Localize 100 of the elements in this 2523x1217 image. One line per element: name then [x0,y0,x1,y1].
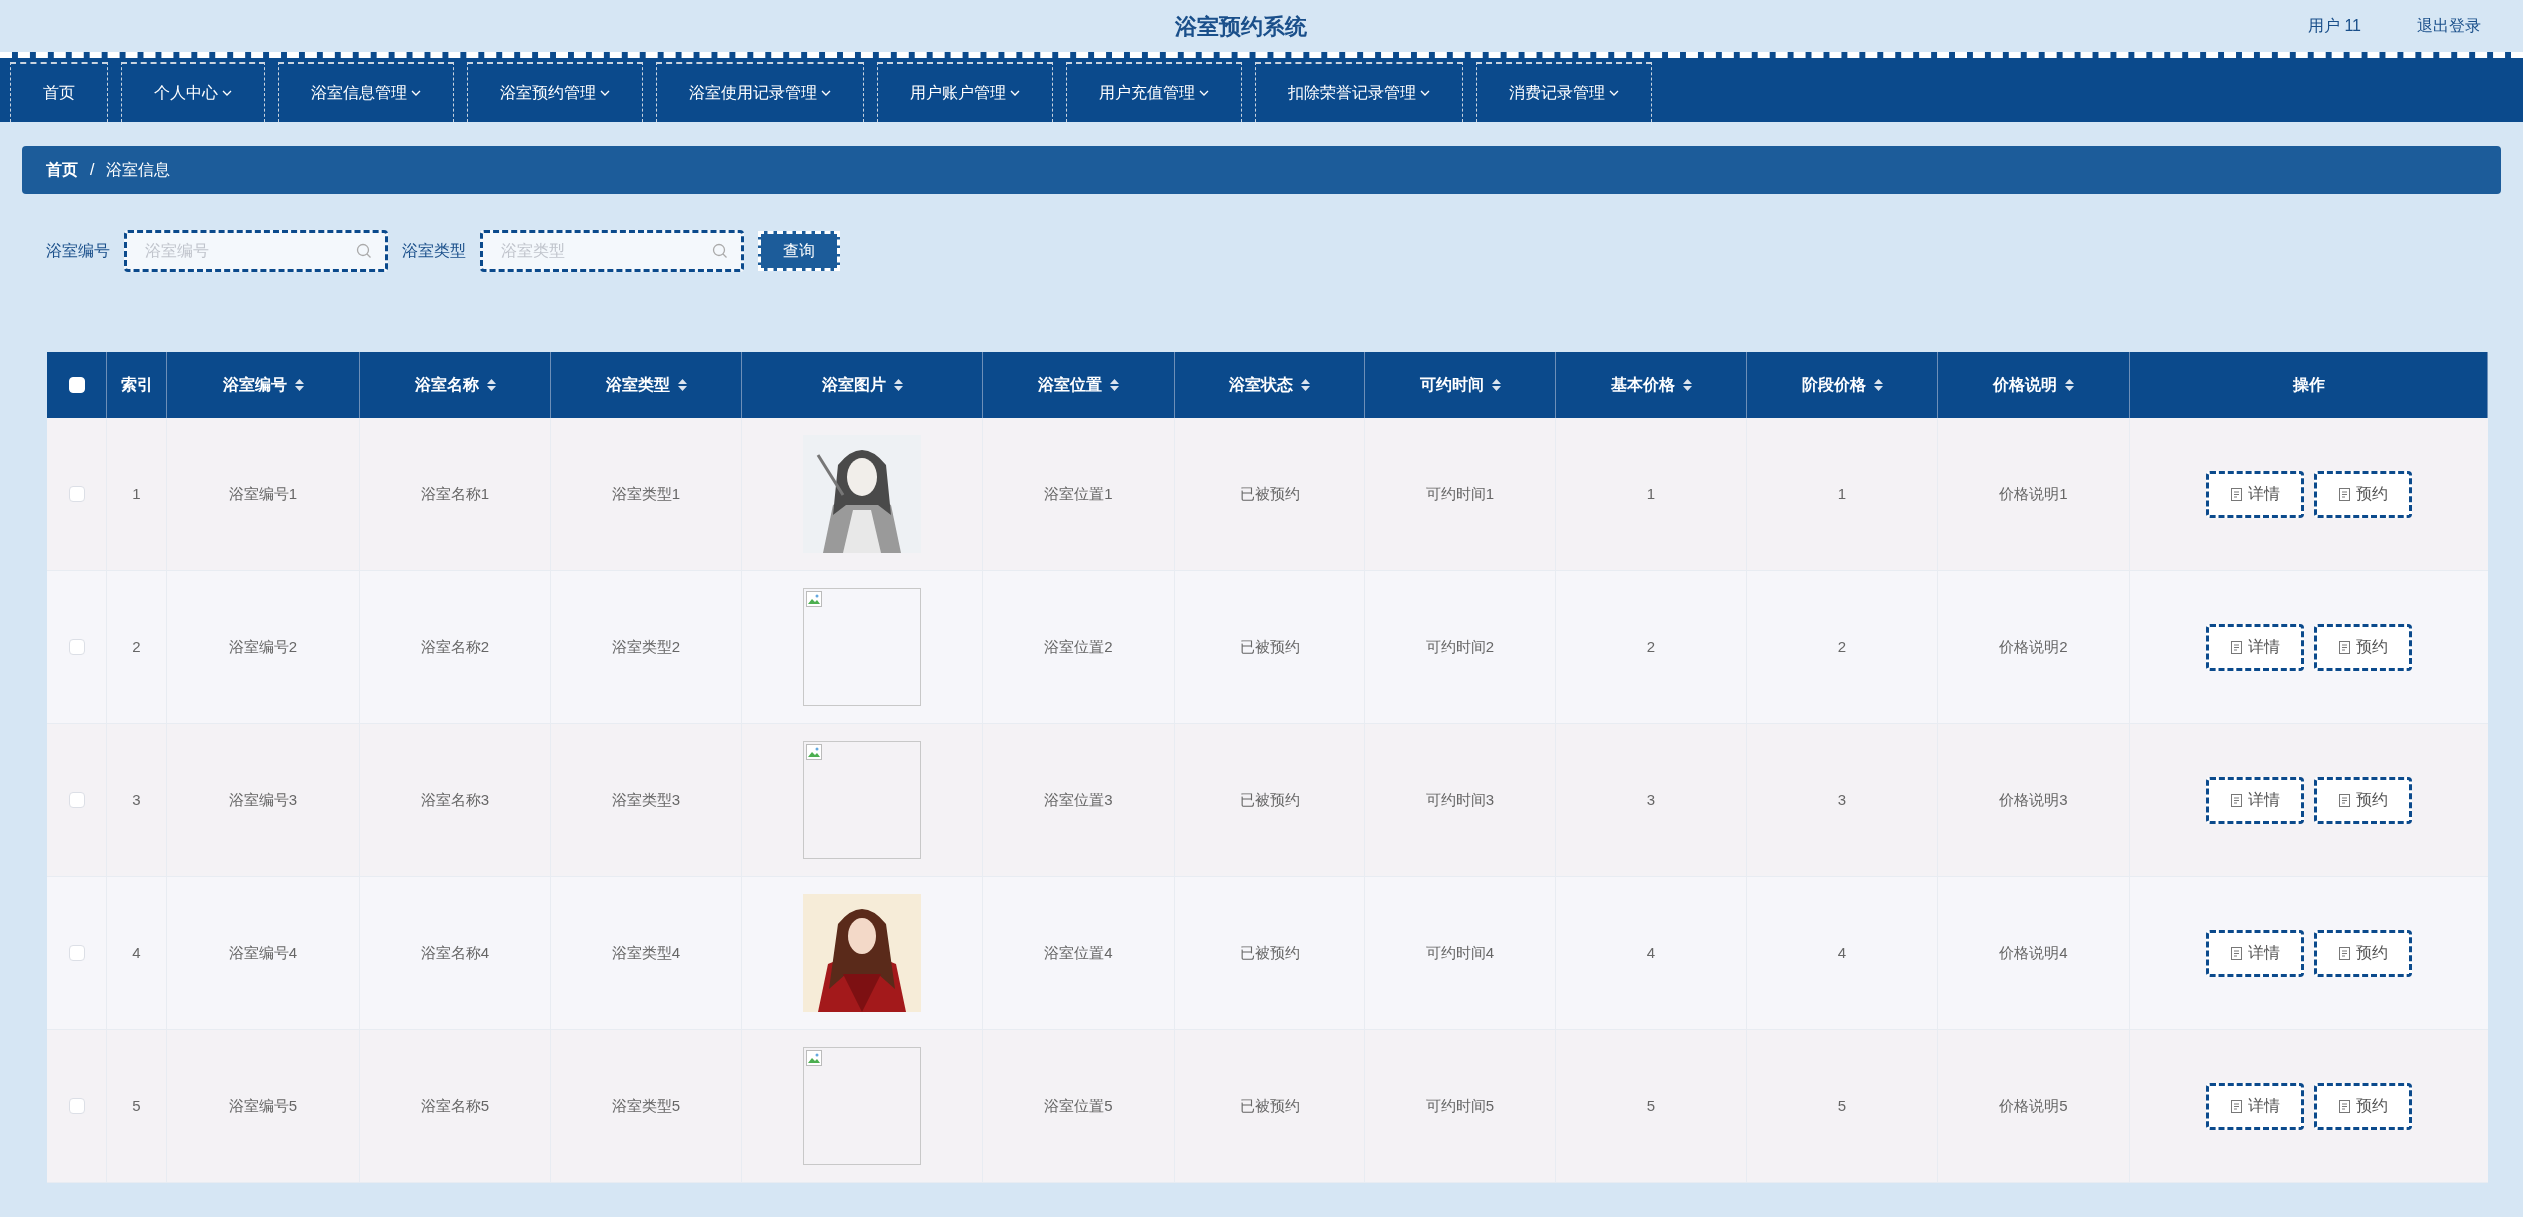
table-cell: 2 [107,571,167,723]
document-icon [2230,640,2242,654]
table-cell: 价格说明1 [1938,418,2130,570]
nav-item[interactable]: 浴室预约管理 [467,62,643,122]
table-cell: 4 [107,877,167,1029]
table-cell: 价格说明3 [1938,724,2130,876]
broken-image-icon [806,744,822,760]
chevron-down-icon [1420,89,1430,97]
sort-icon[interactable] [677,379,687,391]
table-cell: 价格说明4 [1938,877,2130,1029]
row-checkbox[interactable] [68,945,85,961]
details-button[interactable]: 详情 [2206,776,2304,824]
row-checkbox[interactable] [68,639,85,655]
document-icon [2230,487,2242,501]
query-button[interactable]: 查询 [758,231,840,271]
table-cell: 已被预约 [1175,724,1365,876]
row-checkbox[interactable] [68,486,85,502]
table-cell: 浴室名称3 [360,724,551,876]
reserve-button[interactable]: 预约 [2314,929,2412,977]
table-cell: 2 [1747,571,1938,723]
nav-item[interactable]: 用户充值管理 [1066,62,1242,122]
document-icon [2338,793,2350,807]
sort-icon[interactable] [1491,379,1501,391]
table-cell: 5 [1747,1030,1938,1182]
sort-icon[interactable] [294,379,304,391]
table-cell: 浴室位置5 [983,1030,1175,1182]
table-cell: 2 [1556,571,1747,723]
reserve-button[interactable]: 预约 [2314,623,2412,671]
table-cell: 已被预约 [1175,418,1365,570]
row-checkbox[interactable] [68,1098,85,1114]
sort-icon[interactable] [1110,379,1119,391]
table-cell: 浴室编号5 [167,1030,360,1182]
chevron-down-icon [1010,89,1020,97]
search-icon [356,243,372,259]
table-cell: 浴室类型1 [551,418,742,570]
sort-icon[interactable] [893,379,903,391]
table-cell: 浴室类型4 [551,877,742,1029]
table-cell: 浴室类型5 [551,1030,742,1182]
row-checkbox[interactable] [68,792,85,808]
sort-icon[interactable] [1682,379,1692,391]
sort-icon[interactable] [486,379,496,391]
breadcrumb-current: 浴室信息 [106,160,171,180]
nav-item[interactable]: 个人中心 [121,62,265,122]
logout-link[interactable]: 退出登录 [2417,14,2481,38]
document-icon [2338,487,2350,501]
nav-item[interactable]: 消费记录管理 [1476,62,1652,122]
sort-icon[interactable] [1301,379,1310,391]
table-cell: 浴室位置2 [983,571,1175,723]
document-icon [2338,640,2350,654]
table-cell: 3 [1556,724,1747,876]
nav-item[interactable]: 用户账户管理 [877,62,1053,122]
table-cell: 3 [1747,724,1938,876]
chevron-down-icon [411,89,421,97]
reserve-button[interactable]: 预约 [2314,1082,2412,1130]
reserve-button[interactable]: 预约 [2314,470,2412,518]
chevron-down-icon [1609,89,1619,97]
table-cell: 4 [1556,877,1747,1029]
select-all-checkbox[interactable] [68,377,85,393]
nav-item[interactable]: 扣除荣誉记录管理 [1255,62,1463,122]
table-cell: 已被预约 [1175,571,1365,723]
document-icon [2230,793,2242,807]
nav-item[interactable]: 浴室使用记录管理 [656,62,864,122]
user-name: 用户 11 [2307,16,2361,36]
table-cell: 价格说明5 [1938,1030,2130,1182]
table-cell: 已被预约 [1175,1030,1365,1182]
document-icon [2338,1099,2350,1113]
reserve-button[interactable]: 预约 [2314,776,2412,824]
table-cell: 浴室名称1 [360,418,551,570]
table-cell: 浴室位置1 [983,418,1175,570]
table-cell: 浴室类型3 [551,724,742,876]
field-label: 浴室类型 [402,241,466,261]
nav-item[interactable]: 浴室信息管理 [278,62,454,122]
table-cell: 浴室类型2 [551,571,742,723]
chevron-down-icon [600,89,610,97]
table-cell: 可约时间1 [1365,418,1556,570]
table-cell: 价格说明2 [1938,571,2130,723]
table-cell: 1 [1556,418,1747,570]
sort-icon[interactable] [1873,379,1883,391]
table-cell: 3 [107,724,167,876]
breadcrumb-link[interactable]: 首页 [46,158,78,182]
chevron-down-icon [821,89,831,97]
table-cell: 可约时间2 [1365,571,1556,723]
sort-icon[interactable] [2065,379,2074,391]
table-cell: 5 [107,1030,167,1182]
chevron-down-icon [1199,89,1209,97]
app-title: 浴室预约系统 [1174,12,1307,41]
table-cell: 可约时间4 [1365,877,1556,1029]
details-button[interactable]: 详情 [2206,1082,2304,1130]
details-button[interactable]: 详情 [2206,623,2304,671]
search-icon [712,243,728,259]
table-cell: 浴室名称2 [360,571,551,723]
table-cell: 浴室位置4 [983,877,1175,1029]
document-icon [2230,1099,2242,1113]
nav-item[interactable]: 首页 [10,62,108,122]
table-cell: 浴室名称4 [360,877,551,1029]
details-button[interactable]: 详情 [2206,470,2304,518]
table-cell: 可约时间3 [1365,724,1556,876]
table-cell: 5 [1556,1030,1747,1182]
chevron-down-icon [222,89,232,97]
details-button[interactable]: 详情 [2206,929,2304,977]
